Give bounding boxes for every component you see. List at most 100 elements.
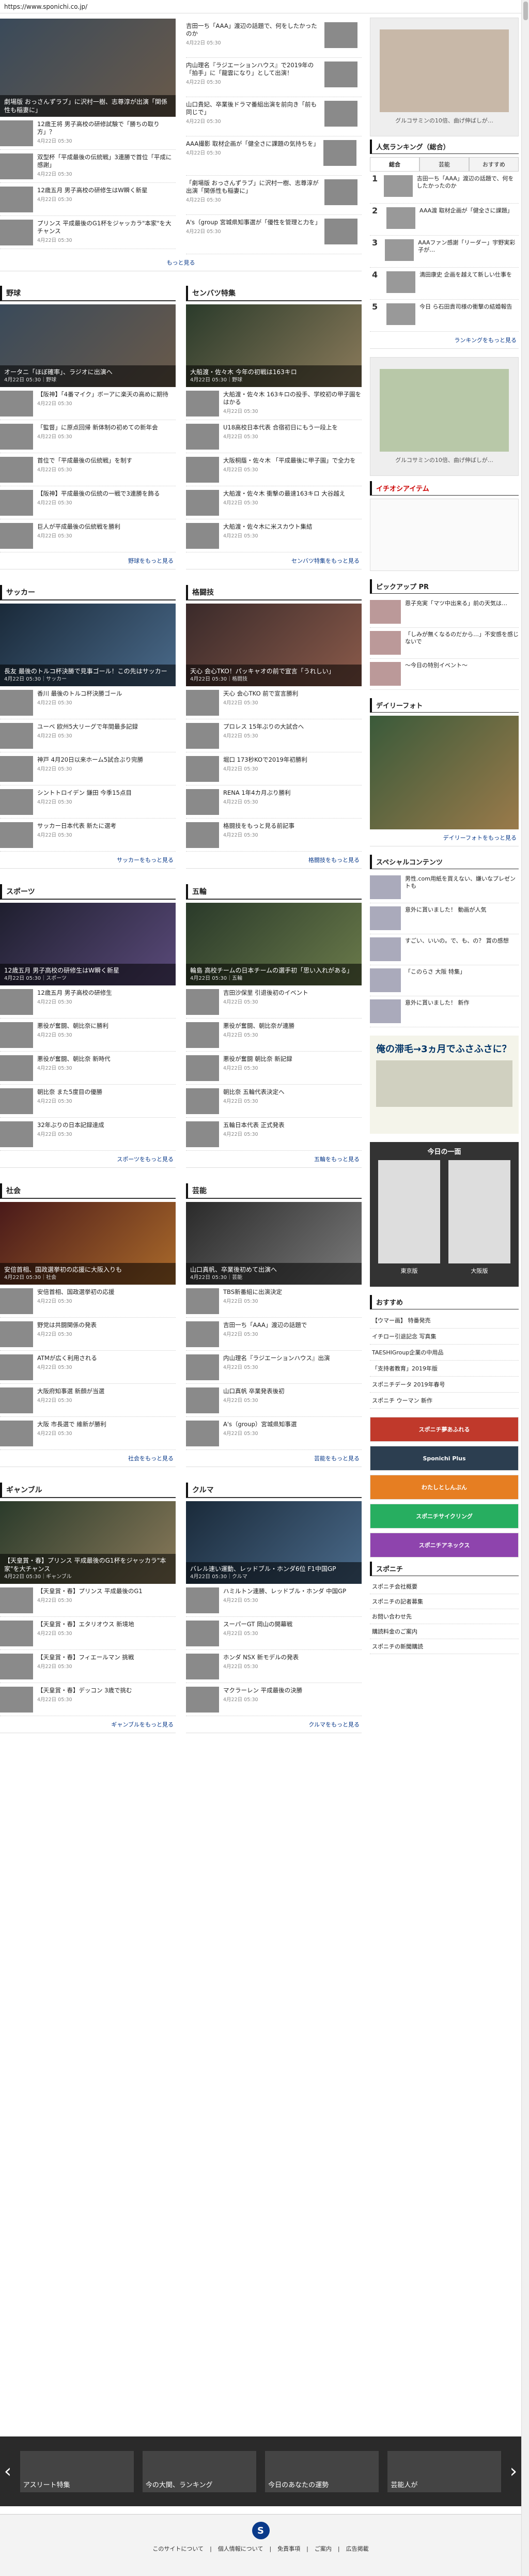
- banner[interactable]: スポニチアネックス: [370, 1533, 519, 1557]
- section-hero[interactable]: 大船渡・佐々木 今年の初戦は163キロ 4月22日 05:30｜野球: [186, 304, 362, 387]
- sidebar-ad-2[interactable]: グルコサミンの10倍、曲げ伸ばしが…: [370, 357, 519, 476]
- carousel-item[interactable]: 芸能人が: [387, 2450, 502, 2492]
- section-item[interactable]: 悪役が奮闘、朝比奈が連勝 4月22日 05:30: [186, 1019, 362, 1052]
- carousel-prev-icon[interactable]: ‹: [0, 2461, 15, 2482]
- scrollbar-thumb[interactable]: [523, 2, 528, 20]
- section-more-link[interactable]: 五輪をもっと見る: [186, 1151, 362, 1168]
- footer-link[interactable]: 免責事項: [277, 2546, 300, 2552]
- pickup-item[interactable]: 恩子充実「マツ中出来る」前の天気は…: [370, 597, 519, 628]
- section-item[interactable]: ホンダ NSX 新モデルの発表 4月22日 05:30: [186, 1650, 362, 1683]
- section-item[interactable]: 「監督」に原点回帰 新体制の初めての新年会 4月22日 05:30: [0, 420, 176, 453]
- section-item[interactable]: U18高校日本代表 合宿初日にもう一段上を 4月22日 05:30: [186, 420, 362, 453]
- section-item[interactable]: 大船渡・佐々木に米スカウト集結 4月22日 05:30: [186, 519, 362, 552]
- section-hero[interactable]: 輪島 高校チームの日本チームの選手初「思い入れがある」 4月22日 05:30｜五…: [186, 903, 362, 985]
- special-item[interactable]: 意外に貰いました！ 動画が人気: [370, 903, 519, 934]
- special-item[interactable]: 男性.com用紙を買えない、嫌いなプレゼントも: [370, 872, 519, 903]
- top-list-item[interactable]: 吉田一ち「AAA」渡辺の話題で、何をしたかったのか 4月22日 05:30: [186, 19, 362, 58]
- section-item[interactable]: プロレス 15年ぶりの大試合へ 4月22日 05:30: [186, 719, 362, 752]
- footer-link[interactable]: ご案内: [315, 2546, 332, 2552]
- top-list-item[interactable]: A's（group 宮城県知事選が「優性を管理と力を」 4月22日 05:30: [186, 215, 362, 254]
- recommend-items[interactable]: [370, 499, 519, 571]
- section-item[interactable]: 【阪神】「4番マイク」ボーアに楽天の高めに期待 4月22日 05:30: [0, 387, 176, 420]
- special-item[interactable]: すごい、いいの。で、も、の？ 賞の感想: [370, 934, 519, 965]
- section-item[interactable]: 首位で「平成最後の伝統戦」を制す 4月22日 05:30: [0, 453, 176, 486]
- section-more-link[interactable]: クルマをもっと見る: [186, 1716, 362, 1733]
- section-item[interactable]: 【天皇賞・春】フィエールマン 挑戦 4月22日 05:30: [0, 1650, 176, 1683]
- top-list-item[interactable]: 「劇場版 おっさんずラブ」に沢村一樹、志尊淳が出演「関係性も稲妻に」 4月22日 …: [186, 176, 362, 215]
- sponichi-link[interactable]: お問い合わせ先: [370, 1609, 519, 1624]
- section-item[interactable]: ユーベ 欧州5大リーグで年間最多記録 4月22日 05:30: [0, 719, 176, 752]
- footer-link[interactable]: このサイトについて: [152, 2546, 204, 2552]
- sponichi-link[interactable]: スポニチの新聞購読: [370, 1639, 519, 1654]
- section-hero[interactable]: バレル速い運動、レッドブル・ホンダ6位 F1中国GP 4月22日 05:30｜クル…: [186, 1501, 362, 1584]
- osusume-item[interactable]: 「支持者教育」2019年版: [370, 1361, 519, 1377]
- section-more-link[interactable]: 社会をもっと見る: [0, 1450, 176, 1467]
- pickup-item[interactable]: 〜今日の特別イベント〜: [370, 659, 519, 690]
- ranking-item[interactable]: 4 満田康史 企画を越えて新しい仕事を: [370, 268, 519, 300]
- section-item[interactable]: マクラーレン 平成最後の決勝 4月22日 05:30: [186, 1683, 362, 1716]
- section-item[interactable]: 【阪神】平成最後の伝統の一戦で3連勝を飾る 4月22日 05:30: [0, 486, 176, 519]
- section-item[interactable]: 大阪府知事選 新顔が当選 4月22日 05:30: [0, 1384, 176, 1417]
- carousel-item[interactable]: 今の大関、ランキング: [142, 2450, 256, 2492]
- section-item[interactable]: 32年ぶりの日本記録達成 4月22日 05:30: [0, 1118, 176, 1151]
- section-item[interactable]: 五輪日本代表 正式発表 4月22日 05:30: [186, 1118, 362, 1151]
- footer-link[interactable]: 広告掲載: [346, 2546, 369, 2552]
- section-item[interactable]: 12歳五月 男子高校の研修生 4月22日 05:30: [0, 985, 176, 1019]
- newspaper-item[interactable]: 東京版: [378, 1160, 440, 1275]
- section-item[interactable]: 香川 最後のトルコ杯決勝ゴール 4月22日 05:30: [0, 686, 176, 719]
- section-item[interactable]: 大船渡・佐々木 衝撃の最速163キロ 大谷越え 4月22日 05:30: [186, 486, 362, 519]
- section-item[interactable]: 朝比奈 また5度目の優勝 4月22日 05:30: [0, 1085, 176, 1118]
- section-item[interactable]: 朝比奈 五輪代表決定へ 4月22日 05:30: [186, 1085, 362, 1118]
- newspaper-item[interactable]: 大阪版: [448, 1160, 510, 1275]
- ranking-tab[interactable]: 総合: [370, 157, 419, 171]
- section-item[interactable]: 格闘技をもっと見る前記事 4月22日 05:30: [186, 819, 362, 852]
- section-item[interactable]: 【天皇賞・春】エタリオウス 新境地 4月22日 05:30: [0, 1617, 176, 1650]
- carousel-item[interactable]: アスリート特集: [20, 2450, 134, 2492]
- section-item[interactable]: 吉田一ち「AAA」渡辺の話題で 4月22日 05:30: [186, 1318, 362, 1351]
- section-item[interactable]: スーパーGT 岡山の開幕戦 4月22日 05:30: [186, 1617, 362, 1650]
- top-list-item[interactable]: AAA撮影 取材企画が「健全さに課題の気持ちを」 4月22日 05:30: [186, 136, 362, 176]
- footer-link[interactable]: 個人情報について: [218, 2546, 263, 2552]
- top-list-item[interactable]: 12歳王将 男子高校の研修試験で「勝ちの取り方」？ 4月22日 05:30: [0, 117, 176, 150]
- section-more-link[interactable]: スポーツをもっと見る: [0, 1151, 176, 1168]
- section-hero[interactable]: 長友 最後のトルコ杯決勝で見事ゴール！この先はサッカー 4月22日 05:30｜サ…: [0, 604, 176, 686]
- section-item[interactable]: 巨人が平成最後の伝統戦を勝利 4月22日 05:30: [0, 519, 176, 552]
- ranking-item[interactable]: 3 AAAファン感謝「リーダー」宇野実彩子が…: [370, 236, 519, 268]
- section-item[interactable]: 【天皇賞・春】デッコン 3歳で挑む 4月22日 05:30: [0, 1683, 176, 1716]
- sponichi-link[interactable]: スポニチの記者募集: [370, 1594, 519, 1609]
- top-more-link[interactable]: もっと見る: [0, 254, 362, 271]
- section-item[interactable]: 大阪桐蔭・佐々木 「平成最後に甲子園」で全力を 4月22日 05:30: [186, 453, 362, 486]
- ranking-item[interactable]: 5 今日 ら石田貴司様の衝撃の結婚報告: [370, 300, 519, 332]
- section-item[interactable]: ATMが広く利用される 4月22日 05:30: [0, 1351, 176, 1384]
- section-item[interactable]: TBS新番組に出演決定 4月22日 05:30: [186, 1285, 362, 1318]
- top-list-item[interactable]: 双型杯「平成最後の伝統戦」3連勝で首位「平成に感謝」 4月22日 05:30: [0, 150, 176, 183]
- section-item[interactable]: 吉田沙保里 引退後初のイベント 4月22日 05:30: [186, 985, 362, 1019]
- section-hero[interactable]: 山口真帆、卒業後初めて出演へ 4月22日 05:30｜芸能: [186, 1202, 362, 1285]
- ranking-tab[interactable]: おすすめ: [469, 157, 519, 171]
- section-more-link[interactable]: 野球をもっと見る: [0, 552, 176, 569]
- banner[interactable]: Sponichi Plus: [370, 1446, 519, 1471]
- sponichi-link[interactable]: スポニチ会社概要: [370, 1579, 519, 1594]
- top-list-item[interactable]: 山口貴妃、卒業後ドラマ番組出演を前向き「前も同じで」 4月22日 05:30: [186, 97, 362, 136]
- section-more-link[interactable]: サッカーをもっと見る: [0, 852, 176, 869]
- sponichi-link[interactable]: 購読料金のご案内: [370, 1624, 519, 1639]
- section-hero[interactable]: オータニ「ほぼ確率」、ラジオに出演へ 4月22日 05:30｜野球: [0, 304, 176, 387]
- section-item[interactable]: 大船渡・佐々木 163キロの投手、学校初の甲子園をはかる 4月22日 05:30: [186, 387, 362, 420]
- section-item[interactable]: 堀口 173秒KOで2019年初勝利 4月22日 05:30: [186, 752, 362, 785]
- section-more-link[interactable]: 芸能をもっと見る: [186, 1450, 362, 1467]
- daily-photo-more-link[interactable]: デイリーフォトをもっと見る: [370, 829, 519, 846]
- top-list-item[interactable]: プリンス 平成最後のG1杯をジャッカラ"本家"を大チャンス 4月22日 05:30: [0, 216, 176, 249]
- sidebar-ad[interactable]: グルコサミンの10倍、曲げ伸ばしが…: [370, 18, 519, 136]
- section-more-link[interactable]: ギャンブルをもっと見る: [0, 1716, 176, 1733]
- section-item[interactable]: ハミルトン連勝、レッドブル・ホンダ 中国GP 4月22日 05:30: [186, 1584, 362, 1617]
- section-item[interactable]: 悪役が奮闘 朝比奈 新記録 4月22日 05:30: [186, 1052, 362, 1085]
- section-item[interactable]: RENA 1年4カ月ぶり勝利 4月22日 05:30: [186, 785, 362, 819]
- section-item[interactable]: 野党は共闘関係の発表 4月22日 05:30: [0, 1318, 176, 1351]
- section-item[interactable]: サッカー日本代表 新たに選考 4月22日 05:30: [0, 819, 176, 852]
- section-item[interactable]: 神戸 4月20日以来ホーム5試合ぶり完勝 4月22日 05:30: [0, 752, 176, 785]
- carousel-item[interactable]: 今日のあなたの運勢: [265, 2450, 379, 2492]
- top-hero[interactable]: 劇場版 おっさんずラブ」に沢村一樹、志尊淳が出演「関係性も稲妻に」: [0, 19, 176, 117]
- banner[interactable]: スポニチ夢あふれる: [370, 1417, 519, 1442]
- ranking-tab[interactable]: 芸能: [419, 157, 469, 171]
- section-item[interactable]: 内山理名『ラジエーションハウス』出演 4月22日 05:30: [186, 1351, 362, 1384]
